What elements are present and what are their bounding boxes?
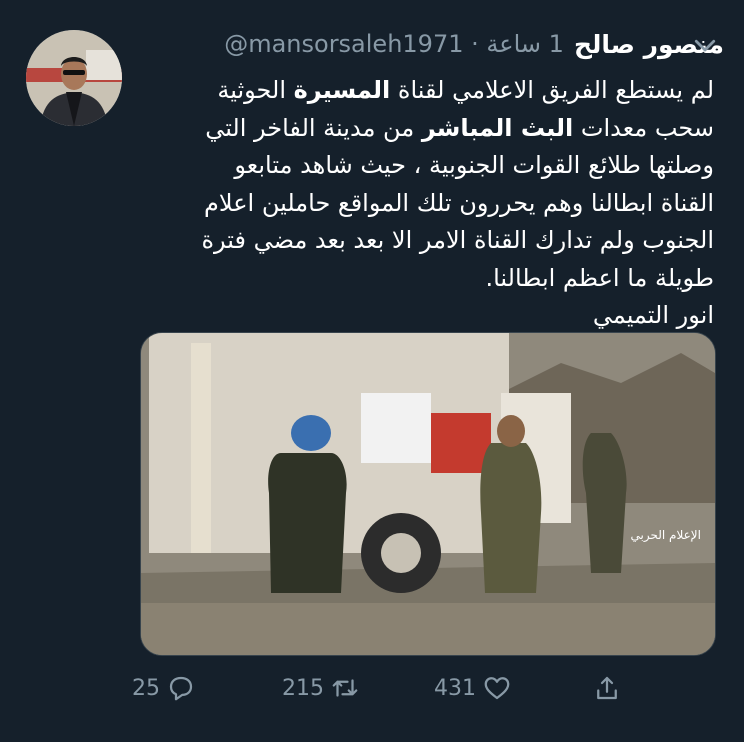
tweet-text-line: انور التميمي	[114, 297, 714, 335]
tweet-text-segment: انور التميمي	[592, 301, 714, 329]
tweet-text-segment: من مدينة الفاخر التي	[205, 113, 422, 142]
like-count: 431	[434, 675, 476, 701]
tweet-text-bold-segment: المسيرة	[293, 76, 391, 104]
media-photo: الإعلام الحربي	[141, 333, 715, 655]
handle-and-time: @mansorsaleh1971 · 1 ساعة	[224, 30, 564, 58]
tweet-text-line: القناة ابطالنا وهم يحررون تلك المواقع حا…	[114, 185, 714, 223]
tweet-text-segment: لم يستطع الفريق الاعلامي لقناة	[390, 76, 714, 104]
separator: ·	[471, 30, 479, 58]
tweet-text: لم يستطع الفريق الاعلامي لقناة المسيرة ا…	[114, 72, 714, 335]
retweet-button[interactable]: 215	[282, 668, 360, 708]
share-button[interactable]	[592, 668, 622, 708]
retweet-icon	[332, 679, 358, 697]
tweet-text-segment: وصلتها طلائع القوات الجنوبية ، حيث شاهد …	[234, 151, 714, 179]
retweet-count: 215	[282, 675, 324, 701]
tweet-media[interactable]: الإعلام الحربي	[140, 332, 716, 656]
like-button[interactable]: 431	[434, 668, 512, 708]
tweet-text-segment: الجنوب ولم تدارك القناة الامر الا بعد بع…	[201, 226, 714, 254]
reply-count: 25	[132, 675, 160, 701]
reply-button[interactable]: 25	[132, 668, 196, 708]
tweet-text-segment: الحوثية	[217, 76, 294, 104]
tweet-text-bold-segment: البث المباشر	[421, 113, 574, 142]
avatar-image	[26, 30, 122, 126]
tweet-text-segment: طويلة ما اعظم ابطالنا.	[485, 263, 714, 292]
tweet-text-line: الجنوب ولم تدارك القناة الامر الا بعد بع…	[114, 222, 714, 260]
tweet-text-line: سحب معدات البث المباشر من مدينة الفاخر ا…	[114, 110, 714, 148]
tweet-text-line: طويلة ما اعظم ابطالنا.	[114, 260, 714, 298]
timestamp[interactable]: 1 ساعة	[486, 30, 564, 58]
handle[interactable]: @mansorsaleh1971	[224, 30, 463, 58]
tweet-actions: 25 215 431	[0, 668, 744, 708]
tweet-text-line: وصلتها طلائع القوات الجنوبية ، حيث شاهد …	[114, 147, 714, 185]
like-icon	[484, 677, 510, 700]
tweet-header: منصور صالح @mansorsaleh1971 · 1 ساعة	[224, 22, 724, 66]
avatar[interactable]	[26, 30, 122, 126]
chevron-down-icon[interactable]	[690, 30, 720, 60]
tweet-text-segment: القناة ابطالنا وهم يحررون تلك المواقع حا…	[204, 188, 714, 217]
media-watermark: الإعلام الحربي	[631, 528, 701, 543]
tweet-text-segment: سحب معدات	[573, 113, 714, 142]
reply-icon	[169, 676, 193, 701]
share-icon	[597, 676, 617, 700]
tweet-text-line: لم يستطع الفريق الاعلامي لقناة المسيرة ا…	[114, 72, 714, 110]
